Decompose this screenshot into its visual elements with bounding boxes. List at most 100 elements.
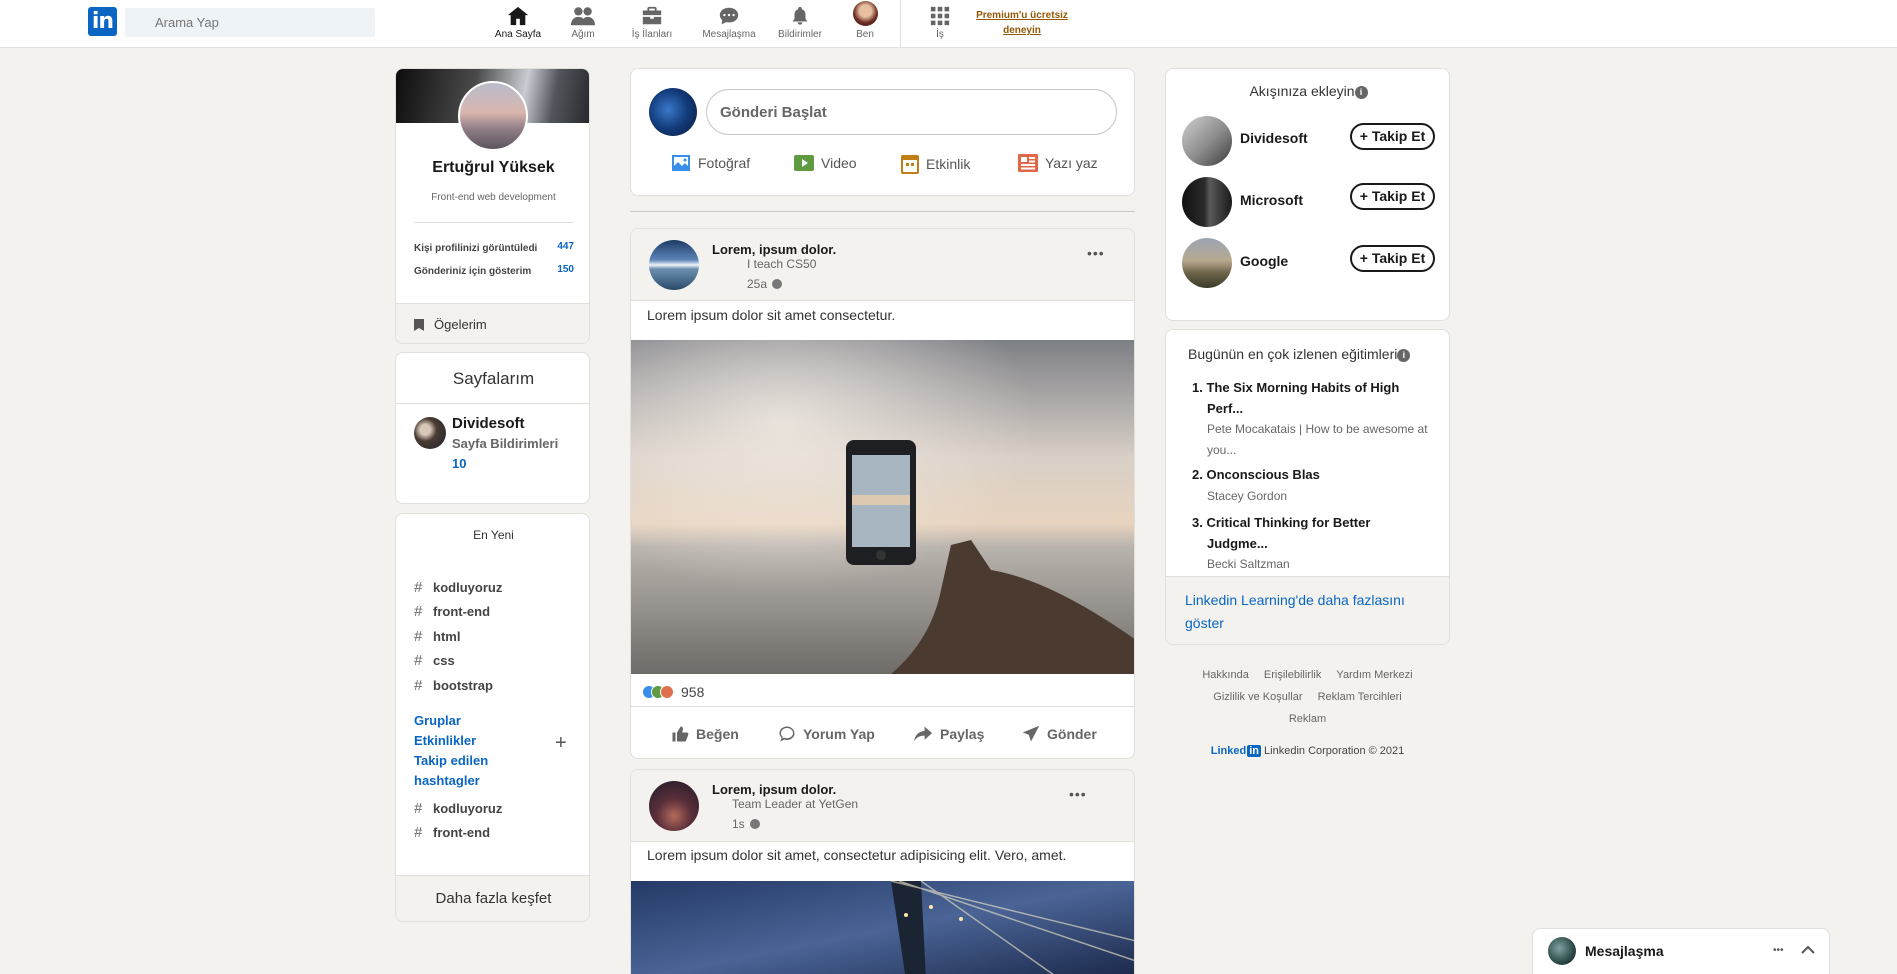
share-button[interactable]: Paylaş bbox=[913, 725, 984, 743]
post-more-icon[interactable]: ••• bbox=[1087, 245, 1105, 261]
nav-home[interactable]: Ana Sayfa bbox=[488, 5, 548, 40]
footer-copyright: Linkedin Corporation © 2021 bbox=[1264, 745, 1405, 757]
footer-help-link[interactable]: Yardım Merkezi bbox=[1336, 669, 1412, 681]
search-box[interactable] bbox=[125, 8, 375, 37]
company-name[interactable]: Google bbox=[1240, 253, 1288, 269]
profile-headline: Front-end web development bbox=[431, 192, 556, 203]
company-avatar[interactable] bbox=[1182, 116, 1232, 166]
start-post-button[interactable]: Gönderi Başlat bbox=[706, 89, 1117, 135]
linkedin-logo[interactable]: in bbox=[88, 7, 117, 36]
profile-avatar bbox=[852, 1, 878, 26]
page-notifications-label[interactable]: Sayfa Bildirimleri bbox=[452, 436, 558, 451]
comment-label: Yorum Yap bbox=[803, 726, 875, 742]
hashtag-item[interactable]: # bootstrap bbox=[414, 673, 502, 698]
nav-messaging[interactable]: Mesajlaşma bbox=[699, 5, 759, 40]
nav-messaging-label: Mesajlaşma bbox=[702, 29, 756, 40]
post-image[interactable] bbox=[631, 881, 1135, 974]
nav-notifications-label: Bildirimler bbox=[778, 29, 822, 40]
follow-button[interactable]: + Takip Et bbox=[1350, 123, 1435, 150]
nav-notifications[interactable]: Bildirimler bbox=[770, 5, 830, 40]
post-author-name[interactable]: Lorem, ipsum dolor. bbox=[712, 242, 836, 257]
composer-avatar[interactable] bbox=[649, 88, 697, 136]
learning-more-link[interactable]: Linkedin Learning'de daha fazlasını göst… bbox=[1166, 576, 1449, 644]
article-icon bbox=[1018, 154, 1038, 172]
footer-logo-in: in bbox=[1247, 745, 1261, 757]
video-action[interactable]: Video bbox=[794, 154, 857, 172]
stat-views-value: 447 bbox=[557, 241, 574, 252]
hashtag-item[interactable]: # front-end bbox=[414, 600, 502, 625]
post-author-avatar[interactable] bbox=[649, 240, 699, 290]
follow-button[interactable]: + Takip Et bbox=[1350, 245, 1435, 272]
post-time: 1s bbox=[732, 817, 745, 831]
post-author-name[interactable]: Lorem, ipsum dolor. bbox=[712, 782, 836, 797]
grid-icon bbox=[930, 6, 950, 26]
followed-hashtags-link[interactable]: Takip edilen bbox=[414, 751, 488, 771]
page-name[interactable]: Dividesoft bbox=[452, 415, 525, 432]
company-name[interactable]: Microsoft bbox=[1240, 192, 1303, 208]
page-avatar[interactable] bbox=[414, 417, 446, 449]
write-article-action[interactable]: Yazı yaz bbox=[1018, 154, 1098, 172]
hashtag-item[interactable]: # kodluyoruz bbox=[414, 796, 502, 821]
recent-hashtag-list: # kodluyoruz # front-end # html # css # boots… bbox=[414, 575, 502, 698]
follow-button-label: + Takip Et bbox=[1359, 128, 1426, 144]
course-item[interactable]: 2. Onconscious Blas Stacey Gordon bbox=[1192, 465, 1447, 506]
course-item[interactable]: 1. The Six Morning Habits of High Perf..… bbox=[1192, 378, 1447, 460]
course-number: 2. bbox=[1192, 467, 1203, 482]
post-more-icon[interactable]: ••• bbox=[1069, 786, 1087, 802]
event-action[interactable]: Etkinlik bbox=[901, 154, 970, 174]
my-items-row[interactable]: Ögelerim bbox=[396, 303, 589, 343]
post-text: Lorem ipsum dolor sit amet, consectetur … bbox=[647, 847, 1067, 863]
photo-action[interactable]: Fotoğraf bbox=[671, 154, 750, 172]
profile-photo[interactable] bbox=[458, 81, 528, 151]
profile-stat-impressions[interactable]: Gönderiniz için gösterim 150 bbox=[414, 264, 574, 277]
courses-card: Bugünün en çok izlenen eğitimleri i 1. Th… bbox=[1165, 329, 1450, 645]
like-button[interactable]: Beğen bbox=[671, 725, 739, 743]
groups-link[interactable]: Gruplar bbox=[414, 711, 488, 731]
hashtag-item[interactable]: # kodluyoruz bbox=[414, 575, 502, 600]
profile-name[interactable]: Ertuğrul Yüksek bbox=[396, 159, 589, 177]
messaging-widget[interactable]: Mesajlaşma ••• bbox=[1532, 928, 1830, 974]
post-image[interactable] bbox=[631, 340, 1135, 674]
chevron-up-icon[interactable] bbox=[1801, 945, 1815, 955]
stat-impressions-label: Gönderiniz için gösterim bbox=[414, 266, 532, 277]
hashtag-item[interactable]: # css bbox=[414, 649, 502, 674]
followed-hashtags-link-cont[interactable]: hashtagler bbox=[414, 771, 488, 791]
comment-button[interactable]: Yorum Yap bbox=[778, 725, 875, 743]
stat-views-label: Kişi profilinizi görüntüledi bbox=[414, 243, 538, 254]
footer-about-link[interactable]: Hakkında bbox=[1202, 669, 1248, 681]
nav-work[interactable]: İş bbox=[910, 5, 970, 40]
company-avatar[interactable] bbox=[1182, 238, 1232, 288]
info-icon[interactable]: i bbox=[1354, 85, 1368, 99]
calendar-icon bbox=[901, 155, 919, 174]
messaging-avatar bbox=[1548, 937, 1576, 965]
nav-me[interactable]: Ben bbox=[835, 1, 895, 40]
follow-card: Akışınıza ekleyin i Dividesoft + Takip Et… bbox=[1165, 68, 1450, 321]
company-name[interactable]: Dividesoft bbox=[1240, 130, 1308, 146]
footer-ad-prefs-link[interactable]: Reklam Tercihleri bbox=[1318, 691, 1402, 703]
footer-ads-link[interactable]: Reklam bbox=[1289, 713, 1326, 725]
events-link[interactable]: Etkinlikler bbox=[414, 731, 488, 751]
footer-accessibility-link[interactable]: Erişilebilirlik bbox=[1264, 669, 1321, 681]
reaction-count[interactable]: 958 bbox=[681, 684, 704, 700]
discover-more-button[interactable]: Daha fazla keşfet bbox=[396, 875, 589, 921]
messaging-more-icon[interactable]: ••• bbox=[1773, 945, 1784, 956]
add-event-icon[interactable]: + bbox=[555, 733, 567, 753]
hash-icon: # bbox=[414, 799, 423, 817]
follow-button[interactable]: + Takip Et bbox=[1350, 183, 1435, 210]
learning-more-line2: göster bbox=[1185, 615, 1224, 631]
info-icon[interactable]: i bbox=[1397, 348, 1411, 362]
hashtag-item[interactable]: # front-end bbox=[414, 821, 502, 846]
premium-link[interactable]: Premium'u ücretsiz deneyin bbox=[970, 8, 1074, 38]
follow-title-text: Akışınıza ekleyin bbox=[1249, 83, 1355, 99]
nav-jobs[interactable]: İş İlanları bbox=[622, 5, 682, 40]
nav-network[interactable]: Ağım bbox=[553, 5, 613, 40]
hashtag-item[interactable]: # html bbox=[414, 624, 502, 649]
profile-stat-views[interactable]: Kişi profilinizi görüntüledi 447 bbox=[414, 241, 574, 254]
post-author-avatar[interactable] bbox=[649, 781, 699, 831]
course-item[interactable]: 3. Critical Thinking for Better Judgme..… bbox=[1192, 513, 1447, 575]
footer-privacy-link[interactable]: Gizlilik ve Koşullar bbox=[1213, 691, 1302, 703]
company-avatar[interactable] bbox=[1182, 177, 1232, 227]
premium-line2: deneyin bbox=[1003, 25, 1041, 36]
send-button[interactable]: Gönder bbox=[1022, 725, 1097, 743]
search-input[interactable] bbox=[125, 8, 375, 37]
